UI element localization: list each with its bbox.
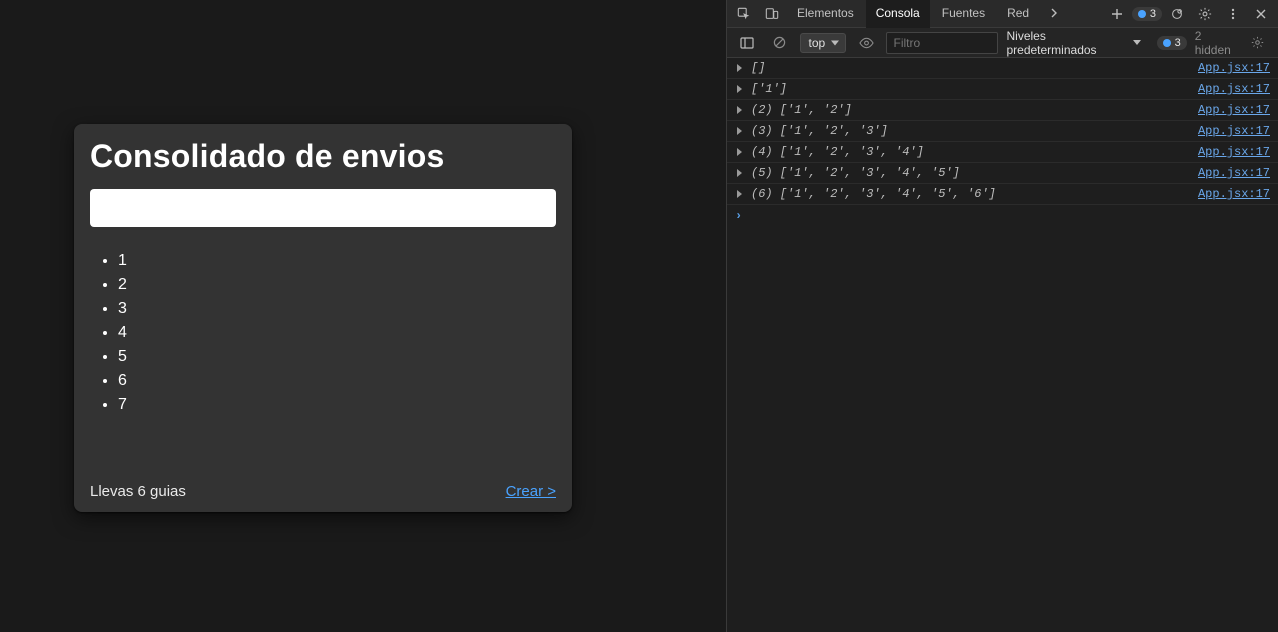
live-expression-eye-icon[interactable] [854, 30, 878, 56]
log-message: (2) ['1', '2'] [751, 103, 1188, 117]
envios-list: 1 2 3 4 5 6 7 [90, 249, 556, 417]
console-toolbar: top Niveles predeterminados 3 2 hidden [727, 28, 1278, 58]
list-item: 6 [118, 369, 556, 393]
list-item: 3 [118, 297, 556, 321]
expand-caret-icon[interactable] [737, 127, 742, 135]
expand-caret-icon[interactable] [737, 106, 742, 114]
inspect-element-icon[interactable] [731, 1, 757, 27]
log-message: [] [751, 61, 1188, 75]
list-item: 2 [118, 273, 556, 297]
tab-network[interactable]: Red [997, 0, 1039, 28]
issues-badge[interactable]: 3 [1132, 7, 1162, 21]
console-issues-count: 3 [1175, 37, 1181, 49]
card-footer: Llevas 6 guias Crear > [90, 483, 556, 500]
crear-link[interactable]: Crear > [506, 483, 556, 500]
info-dot-icon [1163, 39, 1171, 47]
console-issues-badge[interactable]: 3 [1157, 36, 1187, 50]
log-message: (3) ['1', '2', '3'] [751, 124, 1188, 138]
expand-caret-icon[interactable] [737, 64, 742, 72]
console-log-row[interactable]: ['1'] App.jsx:17 [727, 79, 1278, 100]
console-log-row[interactable]: (3) ['1', '2', '3'] App.jsx:17 [727, 121, 1278, 142]
list-item: 1 [118, 249, 556, 273]
list-item: 4 [118, 321, 556, 345]
list-item: 7 [118, 393, 556, 417]
expand-caret-icon[interactable] [737, 148, 742, 156]
log-message: (6) ['1', '2', '3', '4', '5', '6'] [751, 187, 1188, 201]
console-log-row[interactable]: (6) ['1', '2', '3', '4', '5', '6'] App.j… [727, 184, 1278, 205]
device-toolbar-icon[interactable] [759, 1, 785, 27]
expand-caret-icon[interactable] [737, 85, 742, 93]
console-log-row[interactable]: (2) ['1', '2'] App.jsx:17 [727, 100, 1278, 121]
add-tab-icon[interactable] [1104, 1, 1130, 27]
log-levels-select[interactable]: Niveles predeterminados [1006, 29, 1140, 57]
envios-card: Consolidado de envios 1 2 3 4 5 6 7 Llev… [74, 124, 572, 512]
context-label: top [809, 36, 826, 50]
source-link[interactable]: App.jsx:17 [1198, 103, 1270, 117]
console-log-row[interactable]: (5) ['1', '2', '3', '4', '5'] App.jsx:17 [727, 163, 1278, 184]
console-settings-gear-icon[interactable] [1246, 30, 1270, 56]
source-link[interactable]: App.jsx:17 [1198, 187, 1270, 201]
app-viewport: Consolidado de envios 1 2 3 4 5 6 7 Llev… [0, 0, 726, 632]
list-item: 5 [118, 345, 556, 369]
settings-gear-icon[interactable] [1192, 1, 1218, 27]
source-link[interactable]: App.jsx:17 [1198, 145, 1270, 159]
log-message: (5) ['1', '2', '3', '4', '5'] [751, 166, 1188, 180]
console-log-row[interactable]: (4) ['1', '2', '3', '4'] App.jsx:17 [727, 142, 1278, 163]
kebab-menu-icon[interactable] [1220, 1, 1246, 27]
source-link[interactable]: App.jsx:17 [1198, 82, 1270, 96]
envio-input[interactable] [90, 189, 556, 227]
log-message: ['1'] [751, 82, 1188, 96]
more-tabs-chevron-icon[interactable] [1041, 1, 1067, 27]
execution-context-select[interactable]: top [800, 33, 847, 53]
log-message: (4) ['1', '2', '3', '4'] [751, 145, 1188, 159]
source-link[interactable]: App.jsx:17 [1198, 124, 1270, 138]
clear-console-icon[interactable] [767, 30, 791, 56]
console-prompt[interactable]: › [727, 205, 1278, 227]
log-levels-label: Niveles predeterminados [1006, 29, 1129, 57]
console-log-row[interactable]: [] App.jsx:17 [727, 58, 1278, 79]
source-link[interactable]: App.jsx:17 [1198, 166, 1270, 180]
issues-count: 3 [1150, 8, 1156, 20]
expand-caret-icon[interactable] [737, 190, 742, 198]
devtools-tabstrip: Elementos Consola Fuentes Red 3 [727, 0, 1278, 28]
chevron-down-icon [1133, 40, 1141, 45]
guias-count: Llevas 6 guias [90, 483, 186, 500]
hidden-messages-text: 2 hidden [1195, 29, 1238, 57]
tab-sources[interactable]: Fuentes [932, 0, 995, 28]
console-log-list: [] App.jsx:17 ['1'] App.jsx:17 (2) ['1',… [727, 58, 1278, 632]
expand-caret-icon[interactable] [737, 169, 742, 177]
info-dot-icon [1138, 10, 1146, 18]
close-devtools-icon[interactable] [1248, 1, 1274, 27]
prompt-chevron-icon: › [735, 209, 742, 223]
tab-elements[interactable]: Elementos [787, 0, 864, 28]
tab-console[interactable]: Consola [866, 0, 930, 28]
performance-icon[interactable] [1164, 1, 1190, 27]
source-link[interactable]: App.jsx:17 [1198, 61, 1270, 75]
console-filter-input[interactable] [886, 32, 998, 54]
console-sidebar-toggle-icon[interactable] [735, 30, 759, 56]
card-title: Consolidado de envios [90, 138, 556, 175]
devtools-panel: Elementos Consola Fuentes Red 3 [726, 0, 1278, 632]
